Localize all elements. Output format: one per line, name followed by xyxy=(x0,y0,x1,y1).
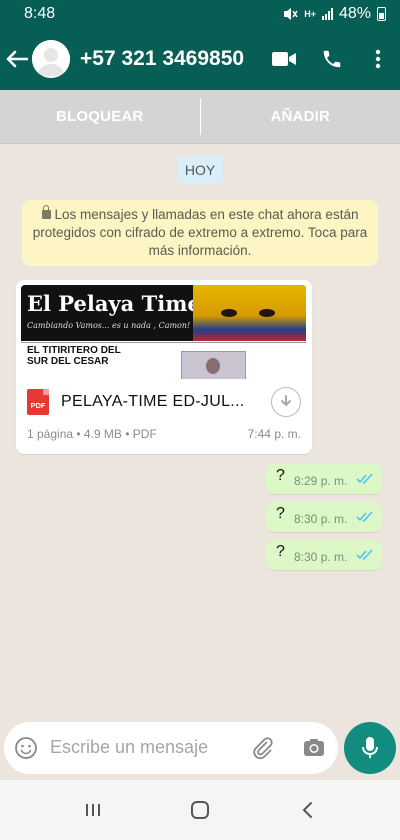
home-icon[interactable] xyxy=(170,788,230,832)
mute-icon xyxy=(284,8,298,20)
chat-area[interactable]: HOY Los mensajes y llamadas en este chat… xyxy=(0,144,400,718)
signal-icon xyxy=(321,8,333,20)
chat-header: +57 321 3469850 xyxy=(0,28,400,90)
message-text: ? xyxy=(276,505,285,522)
document-details: 1 página • 4.9 MB • PDF xyxy=(27,427,157,441)
outgoing-message[interactable]: ? 8:30 p. m. xyxy=(266,502,382,532)
avatar-icon xyxy=(32,40,70,78)
preview-tagline: Cambiando Vamos... es u nada , Camon! xyxy=(27,321,191,330)
emoji-icon[interactable] xyxy=(14,736,38,760)
lock-icon xyxy=(41,205,51,219)
mic-icon xyxy=(362,737,378,758)
encryption-notice[interactable]: Los mensajes y llamadas en este chat aho… xyxy=(22,200,378,266)
video-call-icon[interactable] xyxy=(260,28,308,90)
message-text: ? xyxy=(276,467,285,484)
more-vert-icon[interactable] xyxy=(356,28,400,90)
add-contact-button[interactable]: AÑADIR xyxy=(201,90,400,143)
recent-apps-icon[interactable] xyxy=(63,788,123,832)
masthead-photo xyxy=(193,285,306,341)
document-time: 7:44 p. m. xyxy=(247,427,301,441)
message-input[interactable]: Escribe un mensaje xyxy=(50,737,208,758)
message-text: ? xyxy=(276,543,285,560)
status-icons: H+ 48% xyxy=(282,5,386,23)
preview-rule xyxy=(21,342,306,343)
mic-button[interactable] xyxy=(344,722,396,774)
document-meta: 1 página • 4.9 MB • PDF 7:44 p. m. xyxy=(21,425,307,441)
contact-title[interactable]: +57 321 3469850 xyxy=(80,47,260,71)
battery-level: 48% xyxy=(338,5,371,22)
preview-headline: EL TITIRITERO DEL SUR DEL CESAR xyxy=(27,345,121,367)
status-time: 8:48 xyxy=(24,5,56,22)
document-file-name: PELAYA-TIME ED-JUL... xyxy=(61,393,245,410)
status-bar: 8:48 H+ 48% xyxy=(0,0,400,28)
message-time: 8:30 p. m. xyxy=(294,550,348,564)
back-arrow-icon[interactable] xyxy=(2,28,32,90)
date-badge: HOY xyxy=(177,156,223,184)
pdf-icon: PDF xyxy=(27,389,49,415)
avatar[interactable] xyxy=(32,40,70,78)
back-icon[interactable] xyxy=(277,788,337,832)
newspaper-masthead: El Pelaya Times Cambiando Vamos... es u … xyxy=(21,285,306,341)
preview-photo xyxy=(181,351,246,379)
camera-icon[interactable] xyxy=(302,736,326,760)
download-icon[interactable] xyxy=(271,387,301,417)
outgoing-message[interactable]: ? 8:29 p. m. xyxy=(266,464,382,494)
preview-title: El Pelaya Times xyxy=(27,291,213,316)
message-time: 8:29 p. m. xyxy=(294,474,348,488)
read-ticks-icon xyxy=(356,549,373,561)
document-message[interactable]: El Pelaya Times Cambiando Vamos... es u … xyxy=(16,280,312,454)
read-ticks-icon xyxy=(356,473,373,485)
block-button[interactable]: BLOQUEAR xyxy=(0,90,200,143)
phone-icon[interactable] xyxy=(308,28,356,90)
outgoing-message[interactable]: ? 8:30 p. m. xyxy=(266,540,382,570)
composer: Escribe un mensaje xyxy=(0,718,400,780)
network-type-label: H+ xyxy=(304,9,316,19)
preview-headline-line-1: EL TITIRITERO DEL xyxy=(27,345,121,356)
read-ticks-icon xyxy=(356,511,373,523)
message-input-container: Escribe un mensaje xyxy=(4,722,338,774)
battery-icon xyxy=(377,7,386,21)
attach-icon[interactable] xyxy=(250,736,274,760)
encryption-notice-text: Los mensajes y llamadas en este chat aho… xyxy=(32,207,368,258)
unknown-contact-bar: BLOQUEAR AÑADIR xyxy=(0,90,400,144)
document-preview[interactable]: El Pelaya Times Cambiando Vamos... es u … xyxy=(21,285,306,379)
preview-headline-line-2: SUR DEL CESAR xyxy=(27,356,109,367)
message-time: 8:30 p. m. xyxy=(294,512,348,526)
document-info-row[interactable]: PDF PELAYA-TIME ED-JUL... xyxy=(21,379,307,425)
system-navigation-bar xyxy=(0,780,400,840)
